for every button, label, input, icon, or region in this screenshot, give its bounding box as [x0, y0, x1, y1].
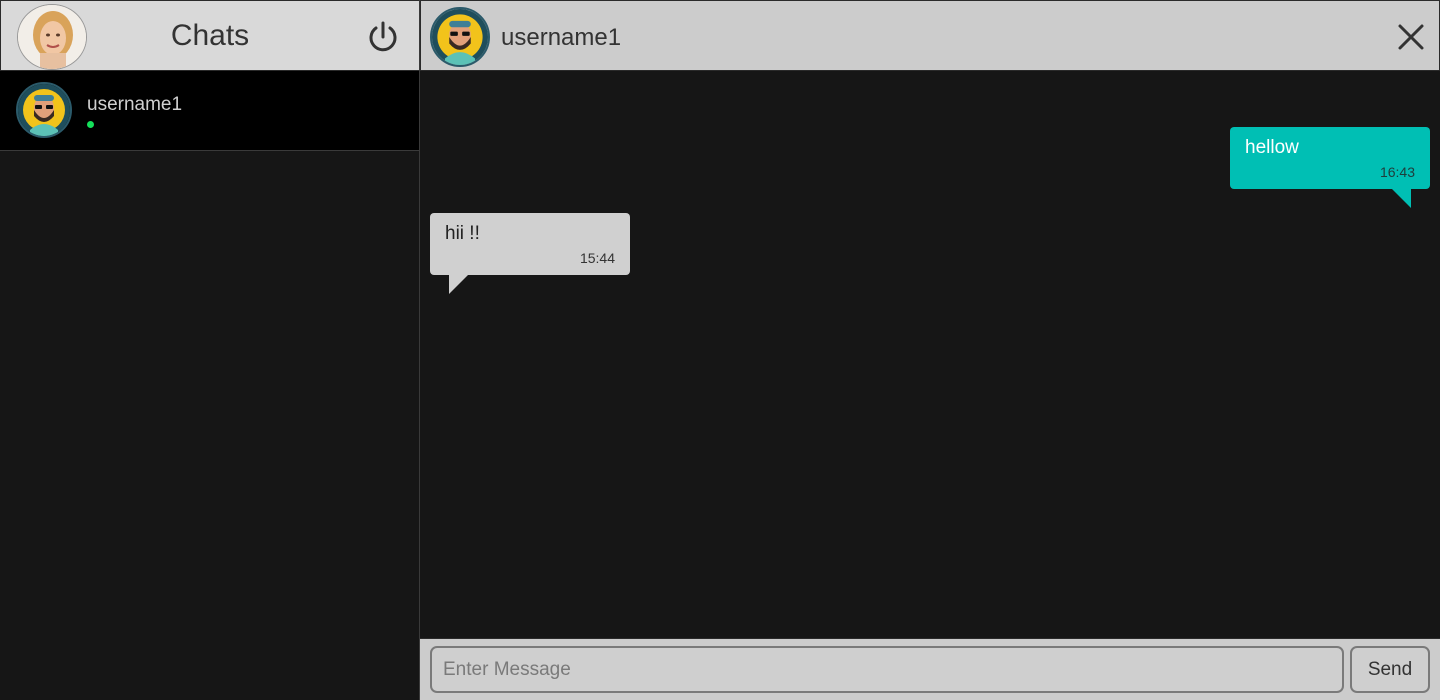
message-input[interactable]	[430, 646, 1344, 693]
close-icon[interactable]	[1397, 23, 1425, 51]
message-time: 16:43	[1379, 164, 1415, 180]
conversation-title: username1	[501, 24, 622, 51]
conversation-header: username1	[420, 0, 1440, 71]
sidebar-title: Chats	[170, 19, 250, 52]
sent-message-bubble: hellow 16:43	[1230, 127, 1430, 208]
sidebar-header: Chats	[0, 0, 419, 71]
power-icon[interactable]	[365, 19, 401, 55]
send-button[interactable]: Send	[1350, 646, 1430, 693]
conversation-panel: username1 hellow 16:43 hii !! 15:44 Send	[420, 0, 1440, 700]
chat-list-item[interactable]: username1	[0, 71, 419, 151]
online-status-indicator	[87, 121, 94, 128]
message-text: hellow	[1245, 137, 1299, 158]
message-composer: Send	[420, 638, 1440, 700]
contact-avatar	[16, 82, 72, 138]
message-text: hii !!	[445, 223, 480, 244]
contact-name: username1	[87, 94, 183, 115]
chat-app: Chats username1 username1 hellow 16:43 h…	[0, 0, 1440, 700]
sidebar: Chats username1	[0, 0, 420, 700]
received-message-bubble: hii !! 15:44	[430, 213, 630, 294]
contact-avatar[interactable]	[430, 7, 490, 67]
message-time: 15:44	[579, 250, 615, 266]
